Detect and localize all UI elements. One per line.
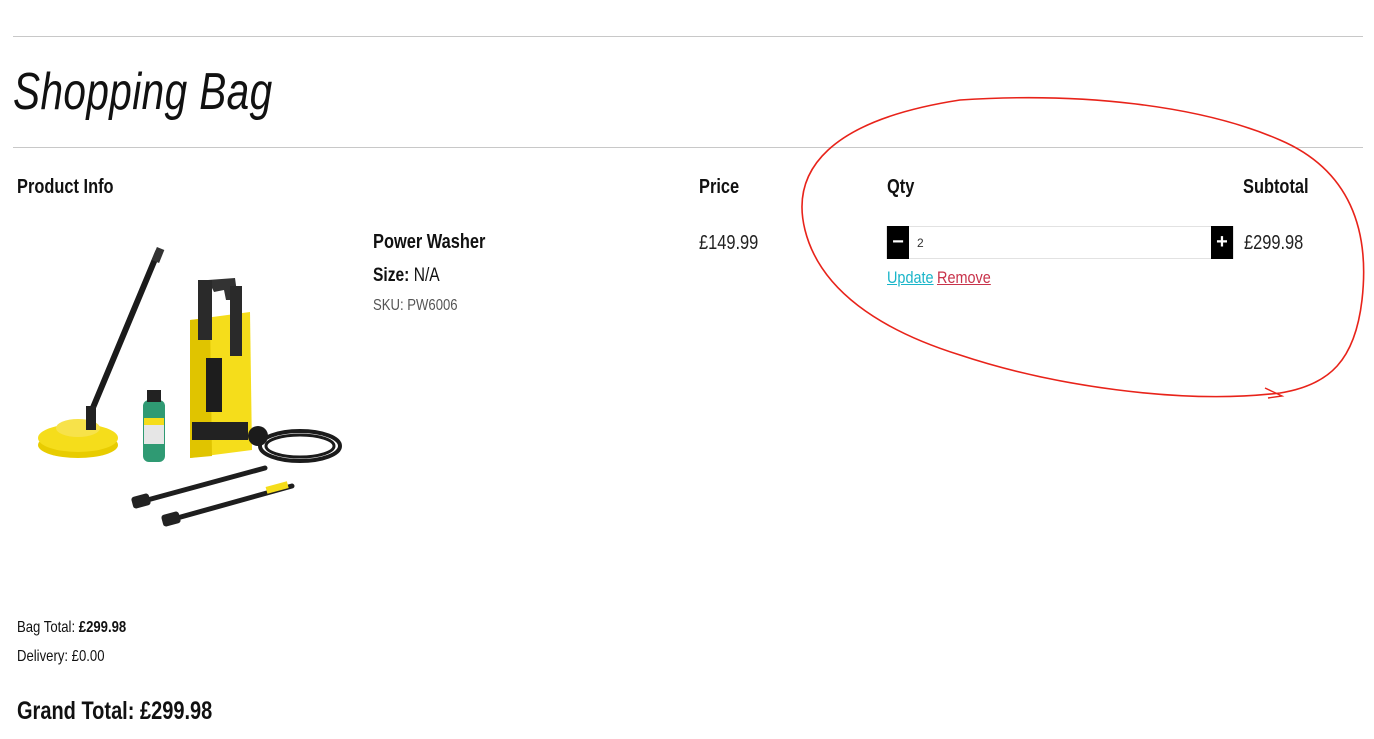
page-title: Shopping Bag <box>13 63 273 121</box>
bag-total: Bag Total: £299.98 <box>17 619 126 637</box>
product-sku: SKU: PW6006 <box>373 297 458 314</box>
delivery-value: £0.00 <box>71 648 105 665</box>
product-size: Size: N/A <box>373 265 440 287</box>
top-divider <box>13 36 1363 37</box>
grand-total-label: Grand Total: <box>17 697 135 725</box>
delivery-label: Delivery: <box>17 648 69 665</box>
line-subtotal: £299.98 <box>1244 232 1304 254</box>
detergent-bottle <box>143 390 165 462</box>
header-qty: Qty <box>887 176 915 198</box>
bag-total-value: £299.98 <box>78 619 127 636</box>
grand-total: Grand Total: £299.98 <box>17 697 212 726</box>
increase-qty-button[interactable]: + <box>1211 226 1233 259</box>
bag-total-label: Bag Total: <box>17 619 76 636</box>
unit-price: £149.99 <box>699 232 759 254</box>
quantity-input[interactable] <box>909 227 1211 258</box>
delivery-cost: Delivery: £0.00 <box>17 648 105 666</box>
quantity-stepper: − + <box>886 226 1234 259</box>
grand-total-value: £299.98 <box>139 697 213 725</box>
header-subtotal: Subtotal <box>1243 176 1309 198</box>
product-name[interactable]: Power Washer <box>373 231 485 254</box>
header-divider <box>13 147 1363 148</box>
remove-link[interactable]: Remove <box>937 268 991 287</box>
size-label: Size: <box>373 265 410 286</box>
hose-coil <box>258 429 342 463</box>
header-price: Price <box>699 176 740 198</box>
size-value: N/A <box>413 265 440 286</box>
product-image[interactable] <box>30 240 350 540</box>
header-product-info: Product Info <box>17 176 114 198</box>
decrease-qty-button[interactable]: − <box>887 226 909 259</box>
item-actions: Update Remove <box>887 268 991 288</box>
update-link[interactable]: Update <box>887 268 934 287</box>
spray-lances <box>131 465 295 527</box>
pressure-washer-body <box>190 278 268 458</box>
